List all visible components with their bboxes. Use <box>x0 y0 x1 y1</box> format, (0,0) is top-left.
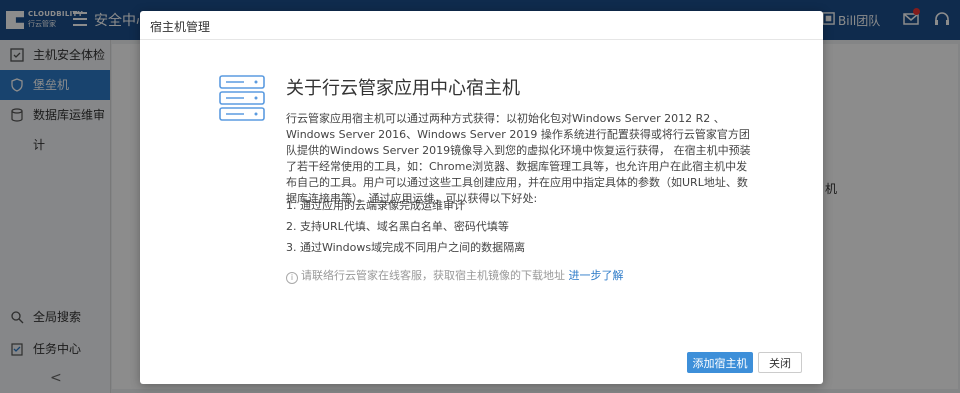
divider <box>140 39 823 40</box>
feature-item: 1. 通过应用的云端录像完成运维审计 <box>286 199 465 212</box>
learn-more-link[interactable]: 进一步了解 <box>569 269 624 282</box>
feature-item: 2. 支持URL代填、域名黑白名单、密码代填等 <box>286 220 509 233</box>
close-button[interactable]: 关闭 <box>758 352 802 373</box>
note-text: 请联络行云管家在线客服，获取宿主机镜像的下载地址 <box>301 269 565 282</box>
feature-item: 3. 通过Windows域完成不同用户之间的数据隔离 <box>286 241 526 254</box>
dialog-heading: 关于行云管家应用中心宿主机 <box>286 78 520 99</box>
dialog-title: 宿主机管理 <box>150 20 211 34</box>
info-icon: i <box>286 272 298 284</box>
info-note: i 请联络行云管家在线客服，获取宿主机镜像的下载地址 进一步了解 <box>286 267 624 284</box>
add-host-button[interactable]: 添加宿主机 <box>687 352 753 373</box>
host-management-dialog: 宿主机管理 关于行云管家应用中心宿主机 行云管家应用宿主机可以通过两种方式获得：… <box>140 11 823 384</box>
dialog-description: 行云管家应用宿主机可以通过两种方式获得：以初始化包对Windows Server… <box>286 112 751 205</box>
server-icon <box>219 75 265 121</box>
